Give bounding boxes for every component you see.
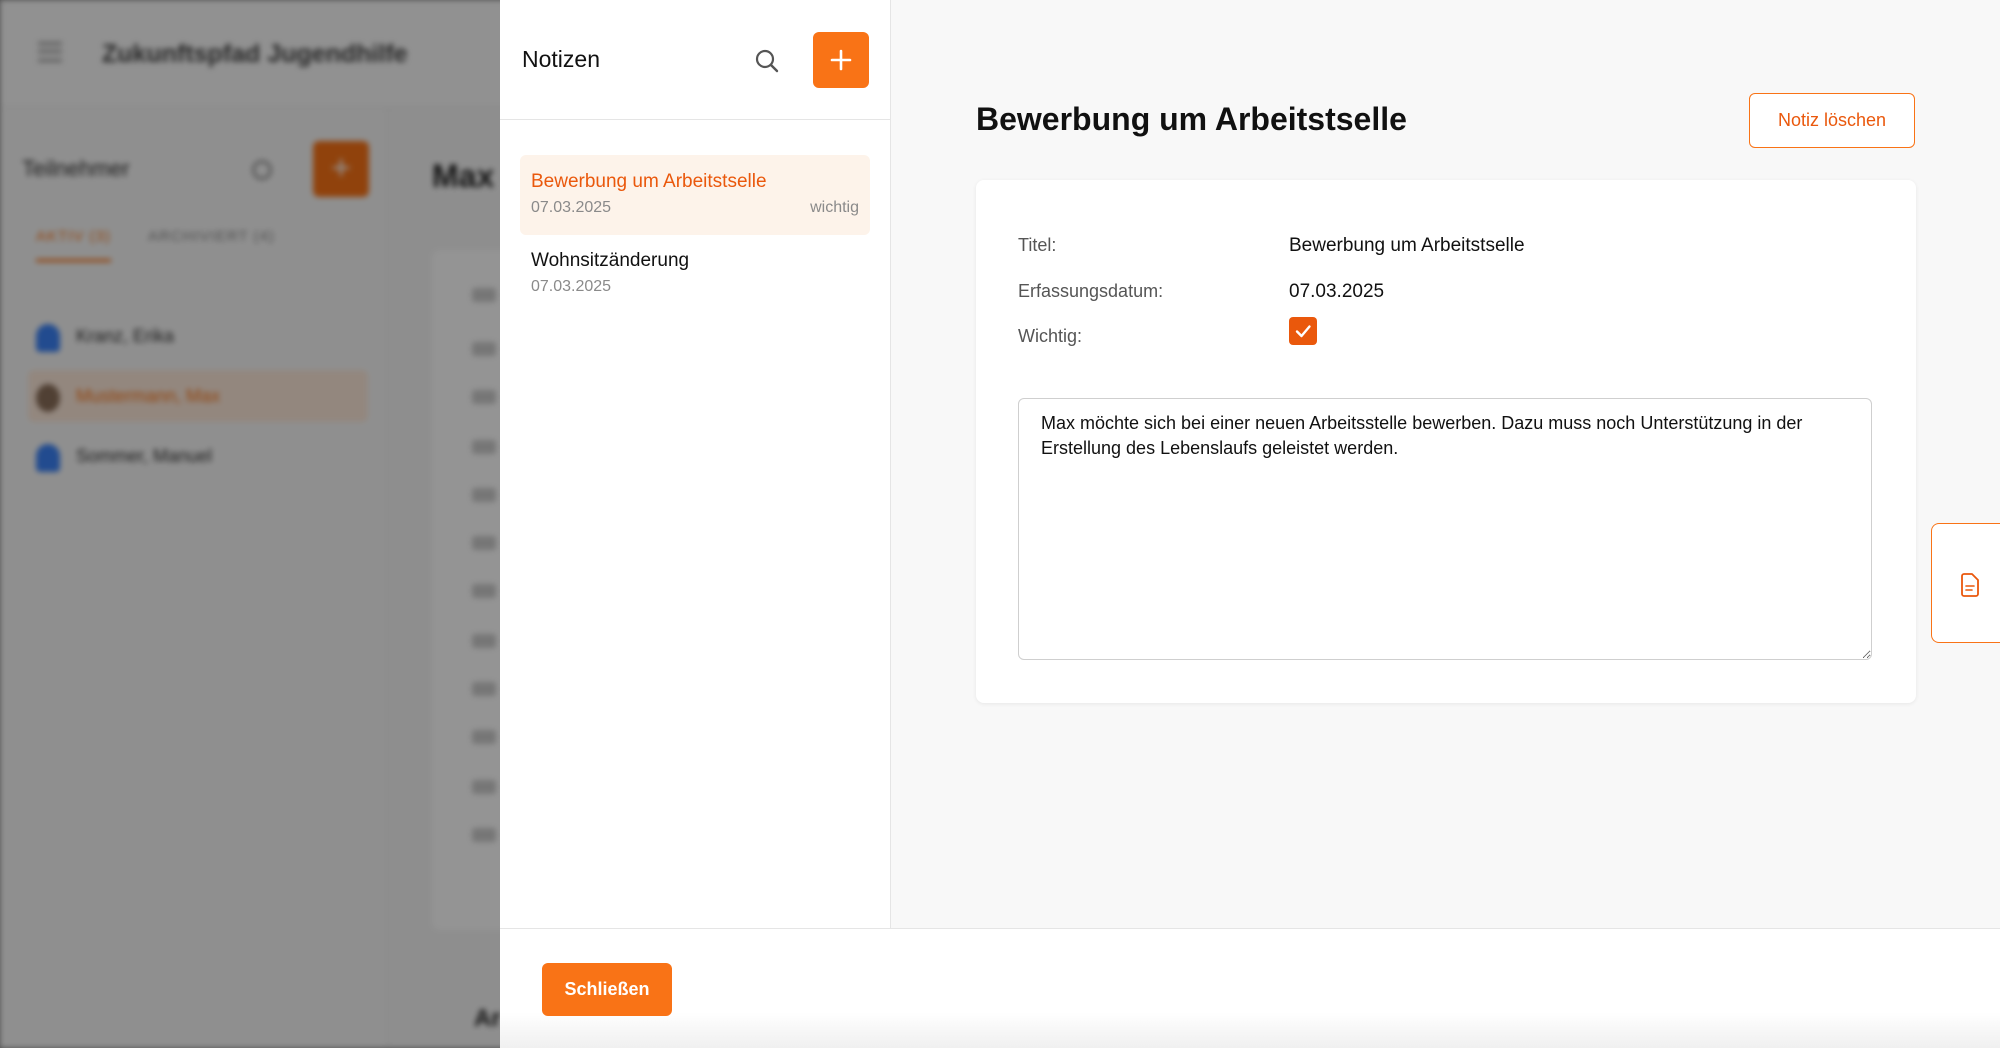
note-item-date: 07.03.2025 — [531, 199, 612, 216]
delete-note-button[interactable]: Notiz löschen — [1749, 93, 1915, 148]
important-label: Wichtig: — [1018, 326, 1083, 346]
note-detail-panel: Bewerbung um Arbeitstselle Notiz löschen… — [891, 0, 2000, 928]
search-icon[interactable] — [752, 46, 782, 76]
modal-footer: Schließen — [500, 928, 2000, 1048]
document-icon — [1961, 573, 1979, 597]
note-item-title: Wohnsitzänderung — [531, 250, 690, 271]
date-label: Erfassungsdatum: — [1018, 281, 1164, 301]
note-list-item[interactable]: Wohnsitzänderung 07.03.2025 — [520, 234, 870, 314]
title-label: Titel: — [1018, 235, 1057, 255]
note-item-title: Bewerbung um Arbeitstselle — [531, 171, 767, 192]
notes-modal: Notizen Bewerbung um Arbeitstselle 07.03… — [500, 0, 2000, 1048]
notes-side-tab[interactable] — [1931, 523, 2000, 643]
notes-list-panel: Notizen Bewerbung um Arbeitstselle 07.03… — [500, 0, 891, 928]
notes-title: Notizen — [522, 46, 600, 72]
add-note-button[interactable] — [813, 32, 869, 88]
note-item-date: 07.03.2025 — [531, 278, 612, 295]
note-detail-title: Bewerbung um Arbeitstselle — [976, 101, 1407, 137]
notes-list-header: Notizen — [500, 0, 890, 120]
title-value: Bewerbung um Arbeitstselle — [1289, 235, 1525, 256]
important-checkbox[interactable] — [1289, 317, 1317, 345]
checkmark-icon — [1295, 325, 1311, 338]
close-button[interactable]: Schließen — [542, 963, 672, 1016]
note-detail-card: Titel: Bewerbung um Arbeitstselle Erfass… — [976, 180, 1916, 703]
note-important-badge: wichtig — [810, 199, 859, 216]
date-value: 07.03.2025 — [1289, 281, 1385, 302]
note-text-area[interactable]: Max möchte sich bei einer neuen Arbeitss… — [1018, 398, 1872, 660]
plus-icon — [830, 49, 852, 71]
note-list-item-active[interactable]: Bewerbung um Arbeitstselle 07.03.2025 wi… — [520, 155, 870, 235]
